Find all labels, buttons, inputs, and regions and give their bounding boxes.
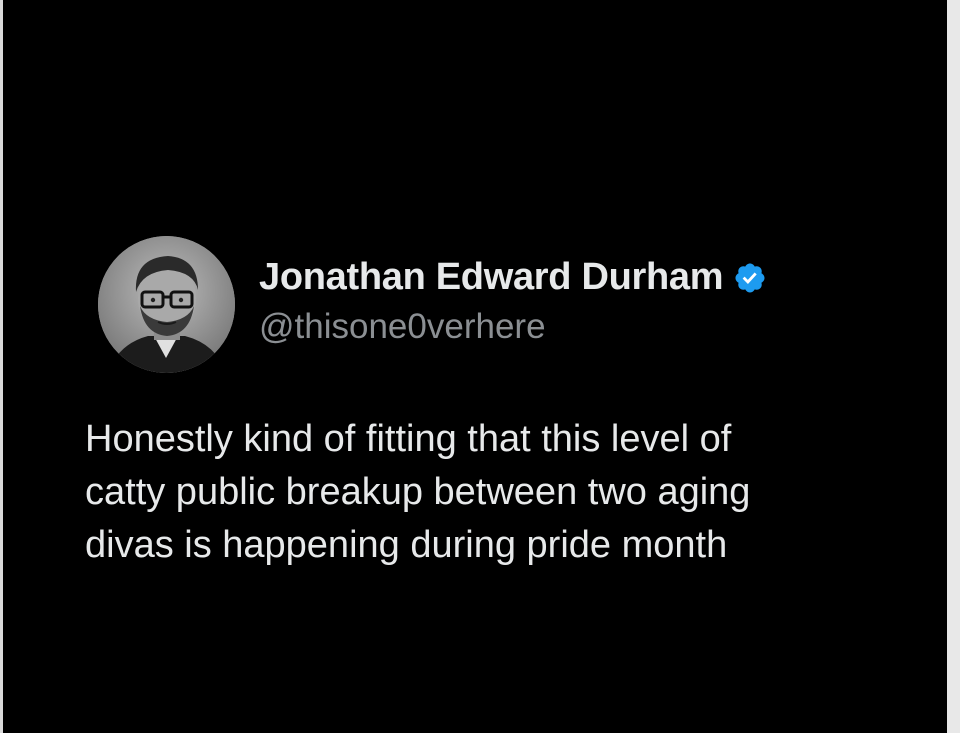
tweet-text-line: catty public breakup between two aging xyxy=(85,471,751,513)
tweet-text-line: divas is happening during pride month xyxy=(85,524,728,566)
verified-badge-icon xyxy=(733,261,767,295)
screenshot-border xyxy=(947,0,960,733)
screenshot-frame: Jonathan Edward Durham @thisone0verhere … xyxy=(3,0,947,733)
avatar-photo xyxy=(98,236,235,373)
display-name[interactable]: Jonathan Edward Durham xyxy=(259,256,724,299)
avatar[interactable] xyxy=(98,236,235,373)
tweet-card: Jonathan Edward Durham @thisone0verhere … xyxy=(85,236,928,572)
user-handle[interactable]: @thisone0verhere xyxy=(259,307,767,347)
tweet-text: Honestly kind of fitting that this level… xyxy=(85,413,925,572)
name-row: Jonathan Edward Durham xyxy=(259,256,767,299)
identity-block: Jonathan Edward Durham @thisone0verhere xyxy=(259,256,767,347)
tweet-text-line: Honestly kind of fitting that this level… xyxy=(85,418,732,460)
tweet-header: Jonathan Edward Durham @thisone0verhere xyxy=(98,236,928,373)
